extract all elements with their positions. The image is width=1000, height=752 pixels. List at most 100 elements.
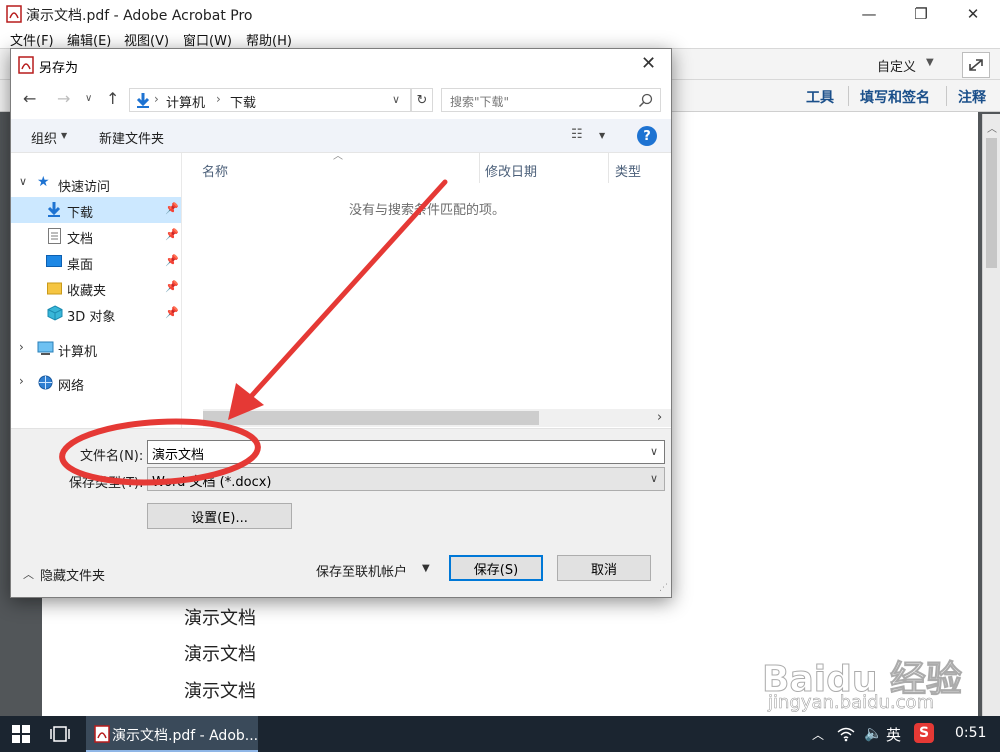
column-divider[interactable] bbox=[608, 153, 609, 183]
pin-icon[interactable]: 📌 bbox=[165, 280, 179, 293]
nav-label: 收藏夹 bbox=[67, 284, 107, 299]
chevron-up-icon[interactable]: ︿ bbox=[23, 566, 34, 582]
dialog-footer: 文件名(N): 演示文档 ∨ 保存类型(T): Word 文档 (*.docx)… bbox=[11, 428, 671, 597]
menu-edit[interactable]: 编辑(E) bbox=[67, 30, 111, 49]
hide-folders-link[interactable]: 隐藏文件夹 bbox=[40, 565, 105, 584]
nav-item-documents[interactable]: 文档 📌 bbox=[11, 223, 181, 249]
forward-arrow-icon[interactable]: → bbox=[57, 89, 70, 108]
breadcrumb-computer[interactable]: 计算机 bbox=[166, 92, 205, 111]
settings-button[interactable]: 设置(E)... bbox=[147, 503, 292, 529]
nav-label: 计算机 bbox=[58, 345, 98, 360]
chevron-down-icon[interactable]: ▼ bbox=[599, 131, 605, 140]
chevron-down-icon[interactable]: ∨ bbox=[392, 93, 400, 106]
filename-value: 演示文档 bbox=[152, 448, 205, 463]
nav-computer[interactable]: › 计算机 bbox=[11, 336, 181, 362]
save-button[interactable]: 保存(S) bbox=[449, 555, 543, 581]
customize-dropdown[interactable]: 自定义 bbox=[877, 56, 916, 75]
filename-label: 文件名(N): bbox=[80, 449, 144, 464]
nav-network[interactable]: › 网络 bbox=[11, 370, 181, 396]
wifi-icon[interactable] bbox=[836, 726, 856, 742]
pin-icon[interactable]: 📌 bbox=[165, 228, 179, 241]
save-online-button[interactable]: 保存至联机帐户 bbox=[316, 561, 407, 580]
column-header-name[interactable]: 名称 bbox=[202, 161, 228, 180]
nav-item-favorites[interactable]: 收藏夹 📌 bbox=[11, 275, 181, 301]
input-method-indicator[interactable]: 英 bbox=[886, 724, 901, 745]
filename-field[interactable]: 演示文档 ∨ bbox=[147, 440, 665, 464]
chevron-right-icon[interactable]: › bbox=[19, 374, 24, 388]
pin-icon[interactable]: 📌 bbox=[165, 306, 179, 319]
volume-icon[interactable]: 🔈 bbox=[864, 724, 883, 742]
tools-link[interactable]: 工具 bbox=[806, 87, 834, 107]
maximize-button[interactable]: ❐ bbox=[898, 0, 944, 28]
pin-icon[interactable]: 📌 bbox=[165, 202, 179, 215]
comment-link[interactable]: 注释 bbox=[958, 87, 986, 107]
cube-icon bbox=[47, 305, 63, 321]
chevron-right-icon[interactable]: › bbox=[19, 340, 24, 354]
chevron-down-icon[interactable]: ▼ bbox=[422, 563, 430, 574]
chevron-down-icon[interactable]: ∨ bbox=[19, 175, 27, 188]
chevron-up-icon[interactable]: ︿ bbox=[812, 726, 824, 743]
refresh-button[interactable]: ↻ bbox=[411, 88, 433, 112]
nav-quick-access[interactable]: ∨ ★ 快速访问 bbox=[11, 171, 181, 197]
filetype-select[interactable]: Word 文档 (*.docx) ∨ bbox=[147, 467, 665, 491]
menu-file[interactable]: 文件(F) bbox=[10, 30, 54, 49]
new-folder-button[interactable]: 新建文件夹 bbox=[99, 128, 164, 147]
chevron-down-icon: ▼ bbox=[61, 131, 68, 140]
save-as-dialog: 另存为 ✕ ← → ∨ ↑ › 计算机 › 下载 ∨ ↻ 搜索"下载" 组织 ▼… bbox=[10, 48, 672, 598]
nav-label: 桌面 bbox=[67, 258, 94, 273]
search-icon bbox=[638, 93, 653, 108]
resize-grip-icon[interactable]: ⋰ bbox=[659, 583, 668, 593]
dialog-close-button[interactable]: ✕ bbox=[641, 53, 656, 74]
nav-item-desktop[interactable]: 桌面 📌 bbox=[11, 249, 181, 275]
column-divider[interactable] bbox=[479, 153, 480, 183]
divider bbox=[848, 86, 849, 106]
document-text-line: 演示文档 bbox=[184, 644, 256, 665]
chevron-right-icon[interactable]: › bbox=[657, 410, 662, 425]
address-bar[interactable]: › 计算机 › 下载 ∨ bbox=[129, 88, 411, 112]
watermark-url: jingyan.baidu.com bbox=[768, 692, 935, 714]
fill-sign-link[interactable]: 填写和签名 bbox=[860, 87, 930, 107]
folder-star-icon bbox=[47, 282, 62, 295]
navigation-pane: ∨ ★ 快速访问 下载 📌 文档 📌 桌面 📌 收藏夹 📌 3D 对象 📌 › … bbox=[11, 153, 182, 428]
nav-label: 3D 对象 bbox=[67, 310, 116, 325]
chevron-down-icon[interactable]: ∨ bbox=[85, 93, 92, 104]
minimize-button[interactable]: — bbox=[846, 0, 892, 28]
chevron-down-icon[interactable]: ∨ bbox=[650, 472, 658, 485]
divider bbox=[946, 86, 947, 106]
back-arrow-icon[interactable]: ← bbox=[23, 89, 36, 108]
download-icon bbox=[47, 202, 61, 217]
view-options-icon[interactable]: ☷ bbox=[571, 127, 583, 142]
close-button[interactable]: ✕ bbox=[950, 0, 996, 28]
scroll-thumb[interactable] bbox=[203, 411, 539, 425]
computer-icon bbox=[37, 341, 54, 355]
help-icon[interactable]: ? bbox=[637, 126, 657, 146]
search-input[interactable]: 搜索"下载" bbox=[441, 88, 661, 112]
chevron-up-icon[interactable]: ︿ bbox=[987, 120, 997, 135]
column-header-modified[interactable]: 修改日期 bbox=[485, 161, 537, 180]
dialog-title: 另存为 bbox=[39, 61, 79, 76]
pdf-icon bbox=[6, 5, 22, 23]
scroll-thumb[interactable] bbox=[986, 138, 997, 268]
up-arrow-icon[interactable]: ↑ bbox=[106, 89, 119, 108]
expand-icon bbox=[969, 59, 983, 71]
sogou-ime-icon[interactable]: S bbox=[914, 723, 934, 743]
nav-item-3d-objects[interactable]: 3D 对象 📌 bbox=[11, 301, 181, 327]
menu-view[interactable]: 视图(V) bbox=[124, 30, 169, 49]
cancel-button[interactable]: 取消 bbox=[557, 555, 651, 581]
windows-start-icon[interactable] bbox=[12, 725, 30, 743]
organize-button[interactable]: 组织 bbox=[31, 128, 57, 147]
task-view-icon[interactable] bbox=[50, 725, 70, 743]
menu-help[interactable]: 帮助(H) bbox=[246, 30, 292, 49]
chevron-down-icon[interactable]: ∨ bbox=[650, 445, 658, 458]
menu-window[interactable]: 窗口(W) bbox=[183, 30, 232, 49]
nav-item-downloads[interactable]: 下载 📌 bbox=[11, 197, 181, 223]
document-text-line: 演示文档 bbox=[184, 681, 256, 702]
pin-icon[interactable]: 📌 bbox=[165, 254, 179, 267]
breadcrumb-downloads[interactable]: 下载 bbox=[230, 92, 256, 111]
column-header-type[interactable]: 类型 bbox=[615, 161, 641, 180]
breadcrumb-separator: › bbox=[154, 92, 159, 106]
file-list[interactable]: ︿ 名称 修改日期 类型 没有与搜索条件匹配的项。 bbox=[183, 151, 671, 428]
fullscreen-button[interactable] bbox=[962, 52, 990, 78]
nav-label: 网络 bbox=[58, 379, 85, 394]
vertical-scrollbar[interactable]: ︿ bbox=[982, 114, 1000, 716]
